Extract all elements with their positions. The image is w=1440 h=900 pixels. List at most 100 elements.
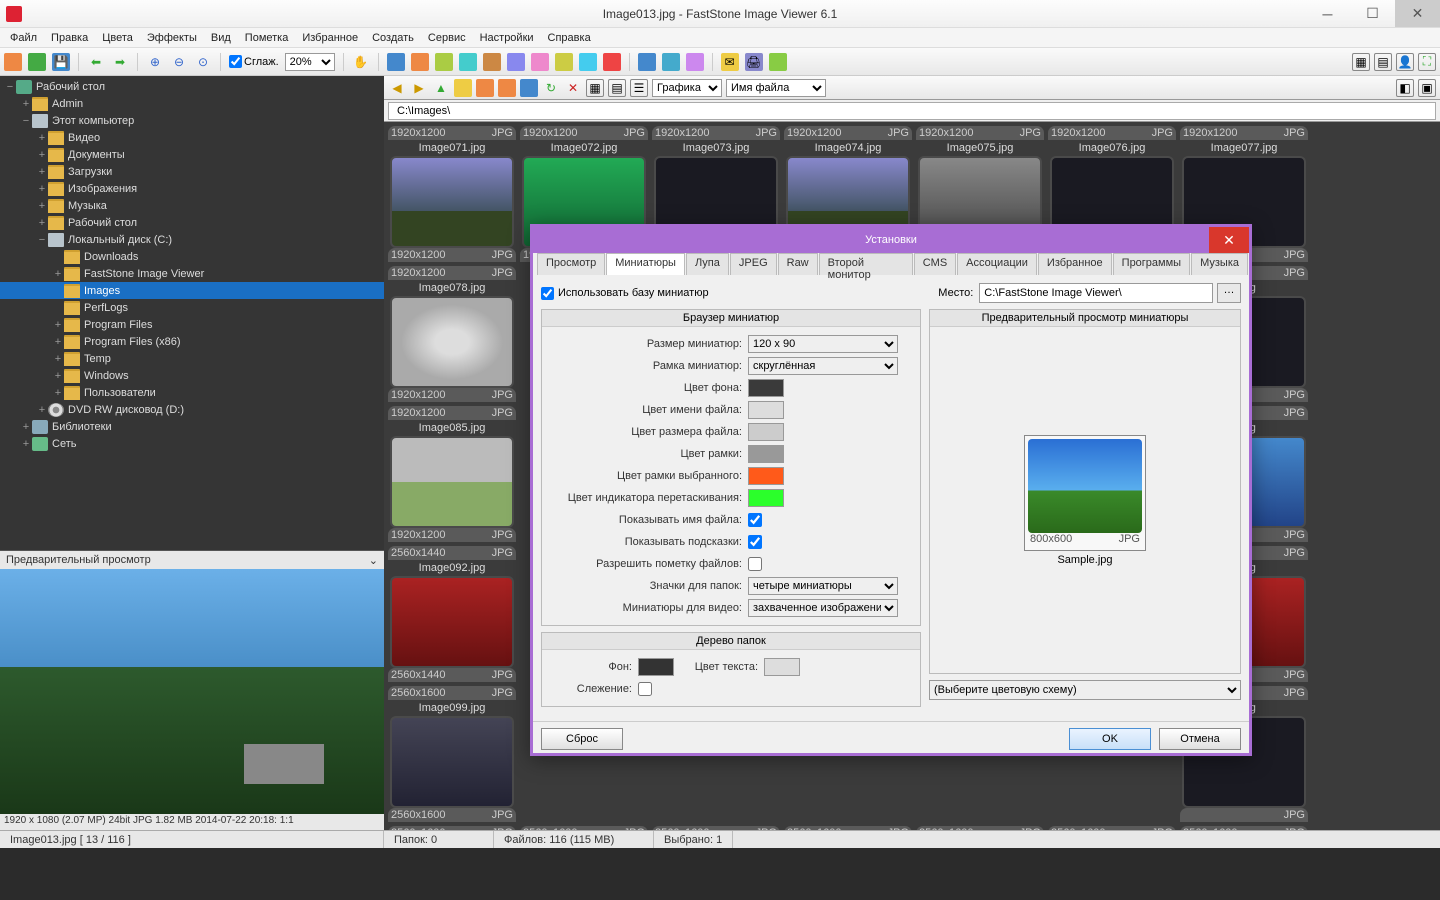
- menu-Вид[interactable]: Вид: [205, 30, 237, 46]
- ok-button[interactable]: OK: [1069, 728, 1151, 750]
- use-thumbdb-checkbox[interactable]: [541, 287, 554, 300]
- save-icon[interactable]: 💾: [52, 53, 70, 71]
- menu-Справка[interactable]: Справка: [542, 30, 597, 46]
- tab-Просмотр[interactable]: Просмотр: [537, 253, 605, 275]
- fsize-color-swatch[interactable]: [748, 423, 784, 441]
- thumbnail[interactable]: 1920x1200JPGImage078.jpg1920x1200JPG: [388, 266, 516, 402]
- fname-color-swatch[interactable]: [748, 401, 784, 419]
- menu-Сервис[interactable]: Сервис: [422, 30, 472, 46]
- back-icon[interactable]: ⬅: [87, 53, 105, 71]
- open-icon[interactable]: [4, 53, 22, 71]
- bg-color-swatch[interactable]: [748, 379, 784, 397]
- thumbnail[interactable]: 1920x1200JPGImage085.jpg1920x1200JPG: [388, 406, 516, 542]
- menu-Эффекты[interactable]: Эффекты: [141, 30, 203, 46]
- thumbnail[interactable]: 2560x1600JPG2560x1600JPG: [1048, 826, 1176, 830]
- tab-Второй монитор[interactable]: Второй монитор: [819, 253, 913, 275]
- nav-fwd-icon[interactable]: ▶: [410, 79, 428, 97]
- thumbnail[interactable]: 2560x1600JPG2560x1600JPG: [652, 826, 780, 830]
- nav-back-icon[interactable]: ◀: [388, 79, 406, 97]
- color-scheme-select[interactable]: (Выберите цветовую схему): [929, 680, 1241, 700]
- tool-icon[interactable]: [531, 53, 549, 71]
- thumbdb-path-input[interactable]: [979, 283, 1213, 303]
- nav-icon[interactable]: [454, 79, 472, 97]
- foldericon-select[interactable]: четыре миниатюры: [748, 577, 898, 595]
- thumbnail[interactable]: 2560x1600JPGImage099.jpg2560x1600JPG: [388, 686, 516, 822]
- print-icon[interactable]: 🖨: [745, 53, 763, 71]
- mail-icon[interactable]: ✉: [721, 53, 739, 71]
- tree-track-checkbox[interactable]: [638, 682, 652, 696]
- delete-icon[interactable]: ✕: [564, 79, 582, 97]
- browse-button[interactable]: …: [1217, 283, 1241, 303]
- refresh-icon[interactable]: ↻: [542, 79, 560, 97]
- view-mode-icon[interactable]: 👤: [1396, 53, 1414, 71]
- view-icon[interactable]: ▤: [608, 79, 626, 97]
- thumbnail[interactable]: 2560x1600JPG2560x1600JPG: [520, 826, 648, 830]
- tool-icon[interactable]: [483, 53, 501, 71]
- nav-up-icon[interactable]: ▲: [432, 79, 450, 97]
- preview-image[interactable]: [0, 569, 384, 814]
- sort-select[interactable]: Имя файла: [726, 79, 826, 97]
- tab-Программы[interactable]: Программы: [1113, 253, 1190, 275]
- allowtag-checkbox[interactable]: [748, 557, 762, 571]
- menu-Настройки[interactable]: Настройки: [474, 30, 540, 46]
- tool-icon[interactable]: [579, 53, 597, 71]
- address-field[interactable]: C:\Images\: [388, 102, 1436, 120]
- tool-icon[interactable]: [507, 53, 525, 71]
- close-button[interactable]: ✕: [1395, 0, 1440, 27]
- menu-Правка[interactable]: Правка: [45, 30, 94, 46]
- thumbnail[interactable]: 2560x1600JPG2560x1600JPG: [1180, 826, 1308, 830]
- toggle-icon[interactable]: ◧: [1396, 79, 1414, 97]
- tab-Ассоциации[interactable]: Ассоциации: [957, 253, 1037, 275]
- tab-JPEG[interactable]: JPEG: [730, 253, 777, 275]
- menu-Пометка[interactable]: Пометка: [239, 30, 295, 46]
- tool-icon[interactable]: [638, 53, 656, 71]
- thumb-frame-select[interactable]: скруглённая: [748, 357, 898, 375]
- hand-icon[interactable]: ✋: [352, 53, 370, 71]
- menu-Файл[interactable]: Файл: [4, 30, 43, 46]
- minimize-button[interactable]: ─: [1305, 0, 1350, 27]
- menu-Избранное[interactable]: Избранное: [296, 30, 364, 46]
- nav-icon[interactable]: [476, 79, 494, 97]
- showname-checkbox[interactable]: [748, 513, 762, 527]
- toggle-icon[interactable]: ▣: [1418, 79, 1436, 97]
- tool-icon[interactable]: [603, 53, 621, 71]
- smooth-checkbox[interactable]: Сглаж.: [229, 55, 279, 68]
- tool-icon[interactable]: [387, 53, 405, 71]
- tool-icon[interactable]: [555, 53, 573, 71]
- videothumb-select[interactable]: захваченное изображение: [748, 599, 898, 617]
- tool-icon[interactable]: [686, 53, 704, 71]
- forward-icon[interactable]: ➡: [111, 53, 129, 71]
- tree-bg-swatch[interactable]: [638, 658, 674, 676]
- zoom-select[interactable]: 20%: [285, 53, 335, 71]
- selected-color-swatch[interactable]: [748, 467, 784, 485]
- tool-icon[interactable]: [662, 53, 680, 71]
- menu-Создать[interactable]: Создать: [366, 30, 420, 46]
- fullscreen-icon[interactable]: ⛶: [1418, 53, 1436, 71]
- showhint-checkbox[interactable]: [748, 535, 762, 549]
- thumbnail[interactable]: 2560x1600JPG2560x1600JPG: [916, 826, 1044, 830]
- zoom-in-icon[interactable]: ⊕: [146, 53, 164, 71]
- preview-collapse-icon[interactable]: ⌄: [369, 554, 378, 567]
- tab-Лупа[interactable]: Лупа: [686, 253, 729, 275]
- view-mode-icon[interactable]: ▤: [1374, 53, 1392, 71]
- tool-icon[interactable]: [769, 53, 787, 71]
- maximize-button[interactable]: ☐: [1350, 0, 1395, 27]
- thumbnail[interactable]: 2560x1440JPGImage092.jpg2560x1440JPG: [388, 546, 516, 682]
- thumb-size-select[interactable]: 120 x 90: [748, 335, 898, 353]
- reset-button[interactable]: Сброс: [541, 728, 623, 750]
- tab-Музыка[interactable]: Музыка: [1191, 253, 1248, 275]
- nav-icon[interactable]: [498, 79, 516, 97]
- thumbnail[interactable]: 1920x1200JPGImage071.jpg1920x1200JPG: [388, 126, 516, 262]
- dialog-close-button[interactable]: ✕: [1209, 227, 1249, 253]
- thumbnail[interactable]: 2560x1600JPG2560x1600JPG: [388, 826, 516, 830]
- view-icon[interactable]: ☰: [630, 79, 648, 97]
- tab-Миниатюры[interactable]: Миниатюры: [606, 253, 685, 275]
- tool-icon[interactable]: [459, 53, 477, 71]
- tool-icon[interactable]: [435, 53, 453, 71]
- nav-icon[interactable]: [520, 79, 538, 97]
- new-icon[interactable]: [28, 53, 46, 71]
- filter-select[interactable]: Графика: [652, 79, 722, 97]
- cancel-button[interactable]: Отмена: [1159, 728, 1241, 750]
- tab-Raw[interactable]: Raw: [778, 253, 818, 275]
- frame-color-swatch[interactable]: [748, 445, 784, 463]
